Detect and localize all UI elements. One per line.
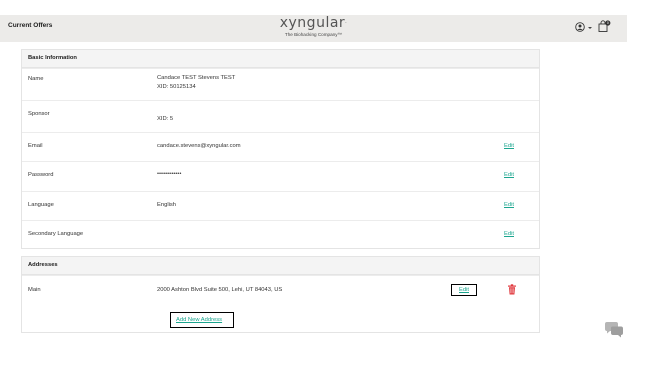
brand-tagline: The Biohacking Company™ — [284, 32, 343, 37]
password-value: •••••••••••• — [157, 171, 182, 177]
trash-icon[interactable] — [507, 284, 517, 295]
secondary-language-label: Secondary Language — [28, 231, 84, 237]
main-address-label: Main — [28, 287, 41, 293]
brand-logo[interactable]: xyngular· The Biohacking Company™ — [0, 15, 627, 38]
addresses-heading: Addresses — [22, 257, 539, 275]
brand-name: xyngular — [279, 15, 346, 31]
sponsor-row: Sponsor XID: 5 — [22, 100, 539, 132]
email-row: Email candace.stevens@xyngular.com Edit — [22, 132, 539, 161]
secondary-language-edit-link[interactable]: Edit — [504, 231, 514, 237]
language-label: Language — [28, 202, 54, 208]
main-address-value: 2000 Ashton Blvd Suite 500, Lehi, UT 840… — [157, 287, 283, 293]
email-value: candace.stevens@xyngular.com — [157, 143, 241, 149]
add-new-address-highlight[interactable]: Add New Address — [170, 312, 234, 328]
language-edit-link[interactable]: Edit — [504, 202, 514, 208]
basic-information-panel: Basic Information Name Candace TEST Stev… — [21, 49, 540, 249]
sponsor-label: Sponsor — [28, 111, 50, 117]
add-new-address-link[interactable]: Add New Address — [176, 317, 222, 323]
language-value: English — [157, 202, 177, 208]
account-icon[interactable] — [575, 22, 585, 32]
chevron-down-icon[interactable] — [588, 27, 592, 29]
email-edit-link[interactable]: Edit — [504, 143, 514, 149]
cart-count: 0 — [607, 21, 609, 25]
chat-icon[interactable] — [603, 321, 625, 339]
address-edit-highlight[interactable]: Edit — [451, 284, 477, 296]
name-row: Name Candace TEST Stevens TEST XID: 5012… — [22, 68, 539, 100]
language-row: Language English Edit — [22, 191, 539, 220]
brand-mark: · — [345, 20, 348, 26]
name-value: Candace TEST Stevens TEST — [157, 75, 236, 81]
addresses-panel: Addresses Main 2000 Ashton Blvd Suite 50… — [21, 256, 540, 333]
email-label: Email — [28, 143, 43, 149]
address-edit-link[interactable]: Edit — [459, 287, 469, 293]
name-xid: XID: 50125134 — [157, 84, 196, 90]
top-header: Current Offers xyngular· The Biohacking … — [0, 15, 627, 42]
sponsor-xid: XID: 5 — [157, 116, 174, 122]
password-edit-link[interactable]: Edit — [504, 172, 514, 178]
password-label: Password — [28, 172, 54, 178]
cart-icon[interactable]: 0 — [598, 20, 611, 33]
name-label: Name — [28, 76, 44, 82]
secondary-language-row: Secondary Language Edit — [22, 220, 539, 248]
password-row: Password •••••••••••• Edit — [22, 161, 539, 191]
basic-information-heading: Basic Information — [22, 50, 539, 68]
